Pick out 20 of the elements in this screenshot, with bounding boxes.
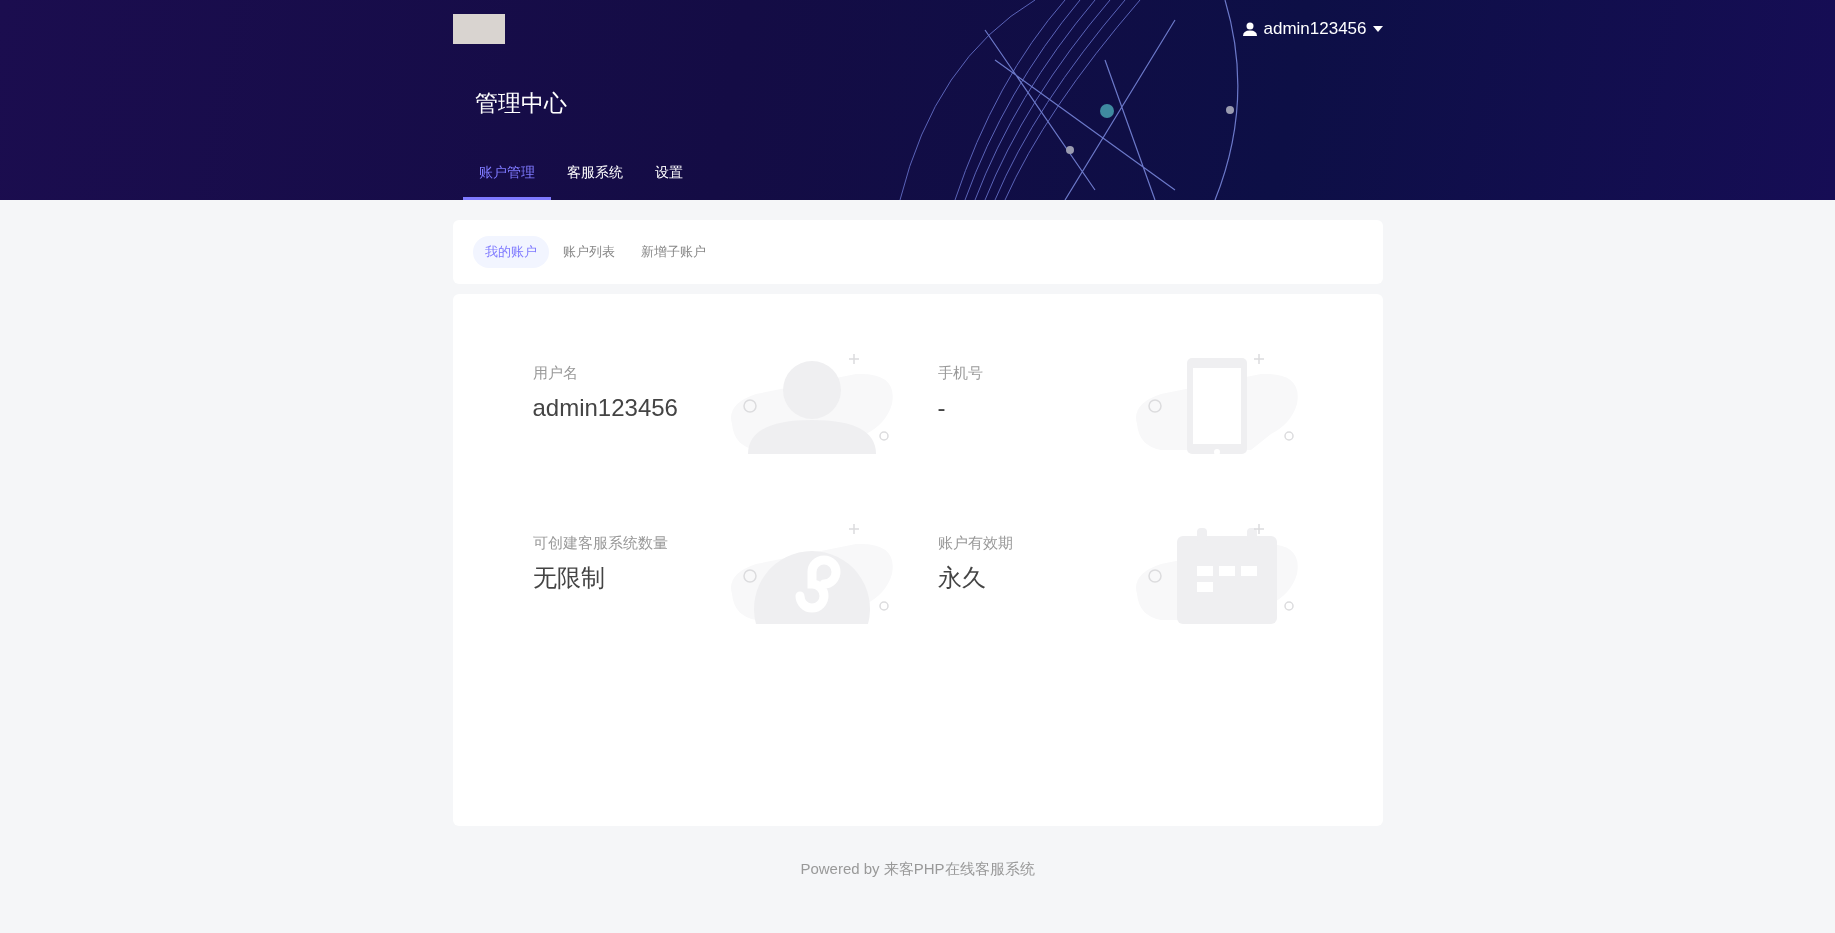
subnav-tab[interactable]: 我的账户 <box>472 236 549 268</box>
logo-photo-placeholder <box>452 14 505 44</box>
nav-tab[interactable]: 设置 <box>638 162 699 200</box>
page-title: 管理中心 <box>474 89 568 118</box>
user-icon <box>1243 22 1258 36</box>
subnav-tab[interactable]: 新增子账户 <box>628 236 718 268</box>
nav-tab[interactable]: 客服系统 <box>550 162 639 200</box>
caret-icon <box>1372 26 1383 32</box>
field-value: - <box>937 393 947 424</box>
field-label: 用户名 <box>532 362 579 383</box>
user-menu[interactable]: admin123456 <box>1243 16 1383 42</box>
nav-tab[interactable]: 账户管理 <box>462 162 551 200</box>
field-value: 永久 <box>937 563 987 594</box>
subnav-tab[interactable]: 账户列表 <box>550 236 627 268</box>
field-value: 无限制 <box>532 563 606 594</box>
field-label: 账户有效期 <box>937 532 1013 553</box>
footer-text: Powered by 来客PHP在线客服系统 <box>799 859 1036 879</box>
field-label: 可创建客服系统数量 <box>532 532 668 553</box>
field-value: admin123456 <box>532 393 678 424</box>
field-label: 手机号 <box>937 362 983 383</box>
